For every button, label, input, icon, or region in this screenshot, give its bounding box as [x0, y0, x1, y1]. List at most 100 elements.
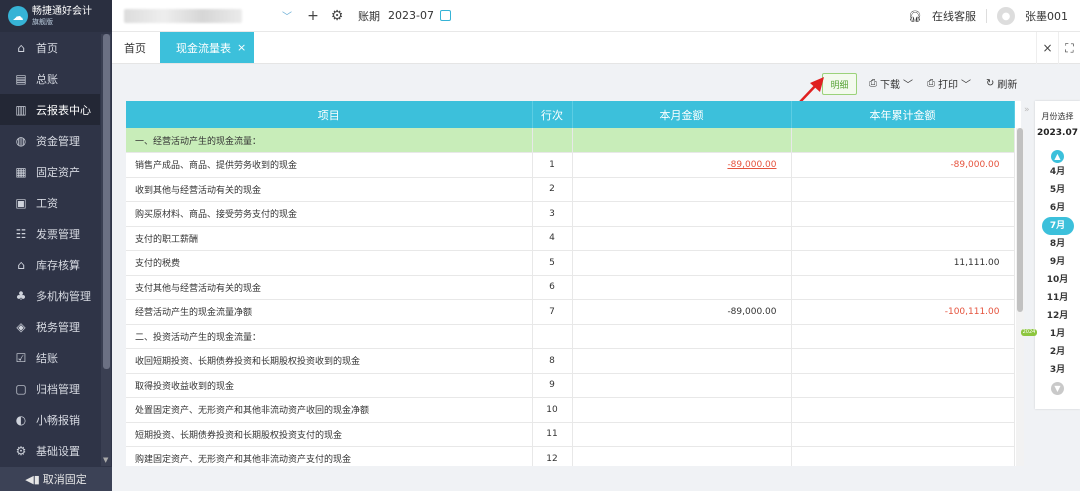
tab-cash-flow[interactable]: 现金流量表 ×: [160, 32, 255, 63]
year-amount-cell: [791, 275, 1015, 300]
month-option[interactable]: 4月: [1042, 163, 1074, 181]
year-amount-cell: [791, 128, 1015, 153]
close-tab-icon[interactable]: ×: [237, 41, 246, 54]
fullscreen-icon[interactable]: ⛶: [1058, 32, 1080, 64]
app-logo[interactable]: ☁ 畅捷通好会计 旗舰版: [0, 0, 112, 32]
sidebar-item-tax[interactable]: ◈ 税务管理: [0, 311, 100, 342]
top-right-area: 🎧︎ 在线客服 ● 张墨001: [908, 0, 1068, 32]
month-option[interactable]: 3月: [1042, 361, 1074, 379]
settings-icon: ⚙: [15, 443, 27, 458]
print-button[interactable]: ⎙ 打印 ﹀: [927, 76, 971, 91]
scroll-up-icon[interactable]: ▲: [1051, 150, 1064, 163]
sidebar-item-checkout[interactable]: ☑ 结账: [0, 342, 100, 373]
archive-icon: ▢: [15, 381, 27, 396]
table-row: 短期投资、长期债券投资和长期股权投资支付的现金 11: [126, 422, 1015, 447]
warehouse-icon: ⌂: [17, 257, 25, 272]
download-label: 下载: [880, 80, 900, 91]
sidebar-item-funds[interactable]: ◍ 资金管理: [0, 125, 100, 156]
money-icon: ◍: [15, 133, 27, 148]
item-cell: 支付其他与经营活动有关的现金: [126, 275, 533, 300]
year-amount-cell: -100,111.00: [791, 299, 1015, 325]
scroll-down-icon[interactable]: ▼: [1051, 382, 1064, 395]
period-value[interactable]: 2023-07: [388, 9, 434, 22]
refresh-button[interactable]: ↻ 刷新: [986, 76, 1017, 91]
chevron-down-icon: ﹀: [961, 80, 971, 91]
sidebar-item-fixed-assets[interactable]: ▦ 固定资产: [0, 156, 100, 187]
tab-home[interactable]: 首页: [112, 32, 158, 63]
month-option[interactable]: 10月: [1042, 271, 1074, 289]
month-amount-cell: [572, 422, 792, 447]
month-option[interactable]: 2月: [1042, 343, 1074, 361]
sidebar-scrollbar[interactable]: ▼: [101, 34, 111, 466]
sidebar-item-label: 发票管理: [36, 227, 80, 241]
sidebar-item-home[interactable]: ⌂ 首页: [0, 32, 100, 63]
month-option[interactable]: 9月: [1042, 253, 1074, 271]
sidebar-item-settings[interactable]: ⚙ 基础设置: [0, 435, 100, 466]
year-amount-cell: [791, 348, 1015, 374]
year-amount-cell: 11,111.00: [791, 250, 1015, 276]
sidebar-item-inventory[interactable]: ⌂ 库存核算: [0, 249, 100, 280]
month-amount-cell: [572, 201, 792, 227]
month-amount-link[interactable]: -89,000.00: [572, 152, 792, 178]
sidebar-item-multi-org[interactable]: ♣ 多机构管理: [0, 280, 100, 311]
year-amount-cell: [791, 446, 1015, 466]
unpin-label: 取消固定: [42, 473, 87, 486]
item-cell: 处置固定资产、无形资产和其他非流动资产收回的现金净额: [126, 397, 533, 423]
online-service-link[interactable]: 在线客服: [932, 8, 976, 24]
year-tag: 2024: [1021, 329, 1037, 336]
sidebar: ☁ 畅捷通好会计 旗舰版 ⌂ 首页 ▤ 总账 ▥ 云报表中心 ◍ 资金管理 ▦ 固定资产 …: [0, 0, 112, 491]
month-amount-cell: -89,000.00: [572, 299, 792, 325]
headset-icon: 🎧︎: [908, 9, 922, 23]
sidebar-item-report-center[interactable]: ▥ 云报表中心: [0, 94, 100, 125]
sidebar-item-salary[interactable]: ▣ 工资: [0, 187, 100, 218]
month-option[interactable]: 6月: [1042, 199, 1074, 217]
table-scroll-thumb[interactable]: [1017, 128, 1023, 312]
month-amount-cell: [572, 177, 792, 202]
unpin-sidebar-button[interactable]: ◀▮ 取消固定: [0, 467, 112, 491]
column-header-month: 本月金额: [572, 101, 792, 128]
sidebar-item-ledger[interactable]: ▤ 总账: [0, 63, 100, 94]
gear-icon[interactable]: ⚙: [328, 8, 346, 24]
table-header: 项目 行次 本月金额 本年累计金额: [126, 101, 1015, 128]
tab-bar: 首页 现金流量表 × × ⛶: [112, 32, 1080, 64]
calendar-icon[interactable]: [439, 10, 451, 21]
month-amount-cell: [572, 324, 792, 349]
sidebar-item-archive[interactable]: ▢ 归档管理: [0, 373, 100, 404]
sidebar-item-invoice[interactable]: ☷ 发票管理: [0, 218, 100, 249]
user-name[interactable]: 张墨001: [1025, 8, 1068, 24]
avatar[interactable]: ●: [997, 7, 1015, 25]
month-option[interactable]: 1月: [1042, 325, 1074, 343]
column-header-item: 项目: [126, 101, 533, 128]
download-button[interactable]: ⎙ 下载 ﹀: [869, 76, 913, 91]
collapse-panel-icon[interactable]: »: [1024, 105, 1030, 115]
add-icon[interactable]: +: [304, 8, 322, 24]
sidebar-scroll-thumb[interactable]: [103, 34, 110, 369]
close-all-icon[interactable]: ×: [1036, 32, 1058, 64]
table-scrollbar[interactable]: [1016, 128, 1024, 466]
sidebar-item-reimburse[interactable]: ◐ 小畅报销: [0, 404, 100, 435]
month-option[interactable]: 8月: [1042, 235, 1074, 253]
detail-button[interactable]: 明细: [822, 73, 857, 95]
item-cell: 购建固定资产、无形资产和其他非流动资产支付的现金: [126, 446, 533, 466]
home-icon: ⌂: [17, 40, 25, 55]
month-option[interactable]: 5月: [1042, 181, 1074, 199]
year-amount-cell: [791, 324, 1015, 349]
item-cell: 短期投资、长期债券投资和长期股权投资支付的现金: [126, 422, 533, 447]
month-amount-cell: [572, 397, 792, 423]
divider: [986, 9, 987, 23]
reimburse-icon: ◐: [15, 412, 27, 427]
month-option-active[interactable]: 7月: [1041, 217, 1074, 235]
table-row: 支付的税费 5 11,111.00: [126, 250, 1015, 276]
table-row: 购建固定资产、无形资产和其他非流动资产支付的现金 12: [126, 446, 1015, 466]
asset-icon: ▦: [15, 164, 27, 179]
month-amount-cell: [572, 348, 792, 374]
line-cell: 2: [532, 177, 573, 202]
sidebar-item-label: 总账: [36, 72, 58, 86]
month-option[interactable]: 11月: [1042, 289, 1074, 307]
sidebar-item-label: 工资: [36, 196, 58, 210]
scroll-down-arrow-icon[interactable]: ▼: [103, 456, 108, 464]
item-cell: 经营活动产生的现金流量净额: [126, 299, 533, 325]
month-option[interactable]: 12月: [1042, 307, 1074, 325]
line-cell: 3: [532, 201, 573, 227]
company-selector[interactable]: ﹀: [118, 5, 298, 27]
